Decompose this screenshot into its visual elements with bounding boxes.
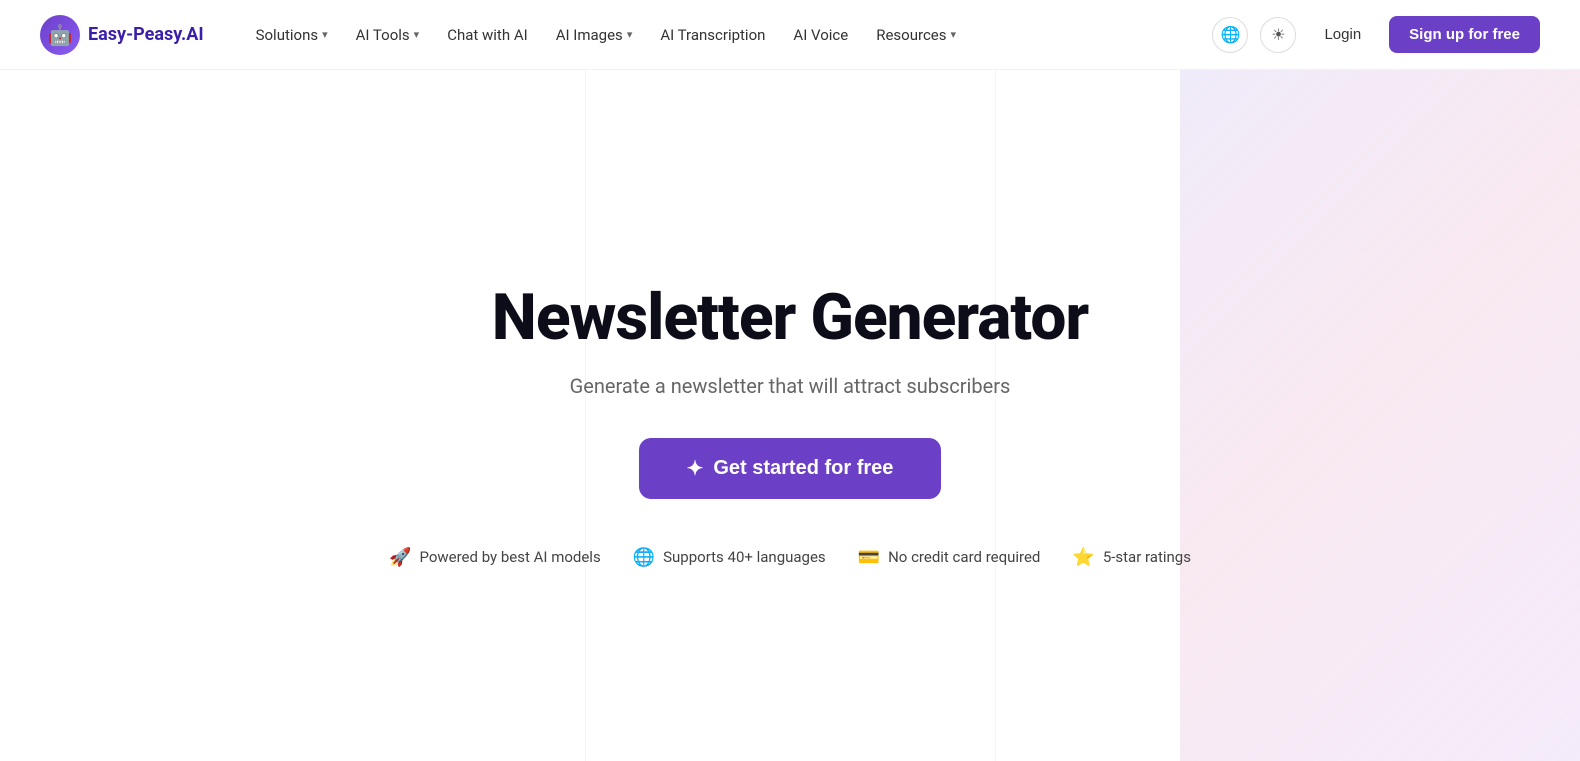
nav-solutions-label: Solutions (256, 26, 319, 44)
globe-button[interactable]: 🌐 (1212, 17, 1248, 53)
navbar-right: 🌐 ☀ Login Sign up for free (1212, 16, 1540, 53)
theme-toggle-button[interactable]: ☀ (1260, 17, 1296, 53)
nav-voice-label: AI Voice (793, 26, 848, 44)
nav-item-transcription[interactable]: AI Transcription (648, 18, 777, 52)
nav-item-aiimages[interactable]: AI Images ▾ (544, 18, 645, 52)
globe-icon: 🌐 (1220, 25, 1240, 45)
features-row: 🚀 Powered by best AI models 🌐 Supports 4… (389, 547, 1191, 568)
credit-card-icon: 💳 (858, 547, 880, 568)
cta-sparkle-icon: ✦ (687, 456, 704, 481)
feature-ratings: ⭐ 5-star ratings (1072, 547, 1191, 568)
signup-button[interactable]: Sign up for free (1389, 16, 1540, 53)
nav-links: Solutions ▾ AI Tools ▾ Chat with AI AI I… (244, 18, 968, 52)
hero-title: Newsletter Generator (492, 283, 1088, 353)
hero-subtitle: Generate a newsletter that will attract … (570, 374, 1011, 398)
rocket-icon: 🚀 (389, 547, 411, 568)
solutions-chevron-icon: ▾ (322, 28, 328, 41)
logo-text: Easy-Peasy.AI (88, 24, 204, 45)
logo[interactable]: 🤖 Easy-Peasy.AI (40, 15, 204, 55)
nav-item-chat[interactable]: Chat with AI (435, 18, 540, 52)
cta-button[interactable]: ✦ Get started for free (639, 438, 942, 499)
nav-item-solutions[interactable]: Solutions ▾ (244, 18, 340, 52)
feature-ratings-label: 5-star ratings (1103, 548, 1191, 566)
feature-ai-models-label: Powered by best AI models (419, 548, 600, 566)
sun-icon: ☀ (1271, 25, 1285, 45)
logo-icon: 🤖 (40, 15, 80, 55)
main-content: Newsletter Generator Generate a newslett… (0, 70, 1580, 761)
globe-feature-icon: 🌐 (633, 547, 655, 568)
navbar-left: 🤖 Easy-Peasy.AI Solutions ▾ AI Tools ▾ C… (40, 15, 968, 55)
nav-chat-label: Chat with AI (447, 26, 528, 44)
aitools-chevron-icon: ▾ (414, 28, 420, 41)
nav-aiimages-label: AI Images (556, 26, 623, 44)
nav-item-aitools[interactable]: AI Tools ▾ (344, 18, 432, 52)
feature-ai-models: 🚀 Powered by best AI models (389, 547, 601, 568)
feature-languages-label: Supports 40+ languages (663, 548, 826, 566)
login-button[interactable]: Login (1308, 18, 1377, 51)
feature-no-credit-card: 💳 No credit card required (858, 547, 1041, 568)
navbar: 🤖 Easy-Peasy.AI Solutions ▾ AI Tools ▾ C… (0, 0, 1580, 70)
nav-item-voice[interactable]: AI Voice (781, 18, 860, 52)
nav-item-resources[interactable]: Resources ▾ (864, 18, 968, 52)
star-icon: ⭐ (1072, 547, 1094, 568)
feature-no-credit-card-label: No credit card required (888, 548, 1040, 566)
aiimages-chevron-icon: ▾ (627, 28, 633, 41)
nav-aitools-label: AI Tools (356, 26, 410, 44)
nav-resources-label: Resources (876, 26, 946, 44)
cta-label: Get started for free (713, 457, 893, 480)
feature-languages: 🌐 Supports 40+ languages (633, 547, 826, 568)
nav-transcription-label: AI Transcription (660, 26, 765, 44)
resources-chevron-icon: ▾ (951, 28, 957, 41)
